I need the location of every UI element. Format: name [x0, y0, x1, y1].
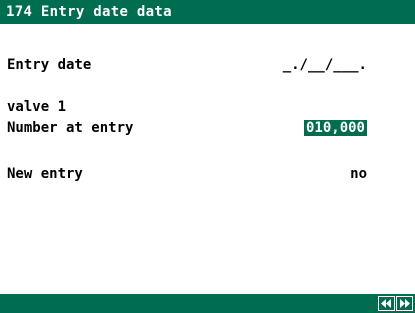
entry-date-label: Entry date [7, 57, 92, 73]
new-entry-field[interactable]: no [350, 166, 367, 182]
number-at-entry-field[interactable]: 010,000 [303, 120, 367, 136]
bottom-bar [0, 294, 415, 313]
page-title: 174 Entry date data [6, 4, 172, 20]
screen: 174 Entry date data Entry date _./__/___… [0, 0, 415, 313]
number-at-entry-row[interactable]: Number at entry 010,000 [7, 119, 367, 137]
new-entry-label: New entry [7, 166, 83, 182]
number-at-entry-label: Number at entry [7, 120, 134, 136]
double-right-arrow-icon[interactable] [396, 296, 413, 311]
valve-label: valve 1 [7, 99, 67, 115]
entry-date-field[interactable]: _./__/___. [283, 57, 367, 73]
entry-date-row[interactable]: Entry date _./__/___. [7, 56, 367, 74]
double-left-arrow-icon[interactable] [378, 296, 395, 311]
title-bar: 174 Entry date data [0, 0, 415, 24]
nav-arrows [378, 296, 413, 311]
valve-row: valve 1 [7, 98, 66, 116]
new-entry-row[interactable]: New entry no [7, 165, 367, 183]
